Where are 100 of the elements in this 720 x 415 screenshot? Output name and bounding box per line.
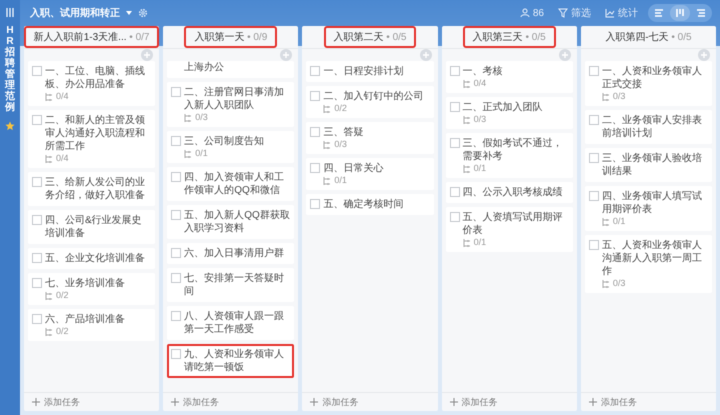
add-icon[interactable] xyxy=(698,49,710,61)
subtask-icon xyxy=(323,140,332,148)
checkbox[interactable] xyxy=(171,349,182,359)
task-card[interactable]: 五、确定考核时间 xyxy=(306,194,434,215)
column-title: 入职第三天 • 0/5 xyxy=(462,26,556,48)
checkbox[interactable] xyxy=(588,153,599,163)
checkbox[interactable] xyxy=(32,177,42,187)
task-card[interactable]: 三、假如考试不通过，需要补考 0/1 xyxy=(446,133,573,178)
checkbox[interactable] xyxy=(310,163,320,173)
checkbox[interactable] xyxy=(588,66,599,76)
checkbox[interactable] xyxy=(171,311,182,321)
task-card[interactable]: 七、安排第一天答疑时间 xyxy=(167,268,294,302)
caret-icon[interactable] xyxy=(126,11,132,15)
checkbox[interactable] xyxy=(450,187,460,197)
checkbox[interactable] xyxy=(171,87,182,97)
checkbox[interactable] xyxy=(171,136,182,146)
checkbox[interactable] xyxy=(310,66,320,76)
task-title: 四、加入资领审人和工作领审人的QQ和微信 xyxy=(184,171,286,197)
checkbox[interactable] xyxy=(171,210,182,220)
task-card[interactable]: 四、公司&行业发展史培训准备 xyxy=(28,210,156,244)
add-icon[interactable] xyxy=(280,49,292,61)
subtask-icon xyxy=(462,116,471,124)
task-card[interactable]: 四、日常关心 0/1 xyxy=(306,158,434,190)
task-card[interactable]: 五、人资填写试用期评价表 0/1 xyxy=(446,207,573,252)
checkbox[interactable] xyxy=(32,278,42,288)
checkbox[interactable] xyxy=(450,102,460,112)
add-task-button[interactable]: 添加任务 xyxy=(310,396,358,408)
task-card[interactable]: 四、公示入职考核成绩 xyxy=(446,182,573,203)
task-card[interactable]: 六、产品培训准备 0/2 xyxy=(28,309,156,341)
checkbox[interactable] xyxy=(588,240,599,250)
task-card[interactable]: 三、公司制度告知 0/1 xyxy=(167,131,294,163)
checkbox[interactable] xyxy=(32,66,42,76)
view-toggle[interactable] xyxy=(670,5,690,21)
add-icon[interactable] xyxy=(558,49,571,61)
checkbox[interactable] xyxy=(310,91,320,101)
task-card[interactable]: 三、给新人发公司的业务介绍，做好入职准备 xyxy=(28,172,156,206)
add-task-button[interactable]: 添加任务 xyxy=(588,396,637,408)
subtask-count: 0/2 xyxy=(334,103,347,114)
task-card[interactable]: 一、人资和业务领审人正式交接 0/3 xyxy=(584,61,712,106)
subtask-count: 0/1 xyxy=(474,237,486,248)
add-task-button[interactable]: 添加任务 xyxy=(171,396,220,408)
task-title: 三、给新人发公司的业务介绍，做好入职准备 xyxy=(45,176,146,202)
checkbox[interactable] xyxy=(310,199,320,209)
checkbox[interactable] xyxy=(171,273,182,283)
task-card[interactable]: 上海办公 xyxy=(167,61,294,78)
add-icon[interactable] xyxy=(141,49,154,61)
subtask-count: 0/1 xyxy=(195,148,208,159)
task-card[interactable]: 三、业务领审人验收培训结果 xyxy=(584,148,712,182)
task-card[interactable]: 一、考核 0/4 xyxy=(446,61,573,93)
task-title: 三、业务领审人验收培训结果 xyxy=(602,152,703,178)
task-card[interactable]: 五、人资和业务领审人沟通新人入职第一周工作 0/3 xyxy=(584,235,712,293)
add-task-button[interactable]: 添加任务 xyxy=(32,396,80,408)
checkbox[interactable] xyxy=(171,248,182,258)
checkbox[interactable] xyxy=(450,138,460,148)
star-icon[interactable] xyxy=(5,121,15,131)
checkbox[interactable] xyxy=(32,253,42,263)
task-card[interactable]: 九、人资和业务领审人请吃第一顿饭 xyxy=(167,344,294,378)
chart-icon xyxy=(605,8,615,18)
checkbox[interactable] xyxy=(450,66,460,76)
task-card[interactable]: 四、业务领审人填写试用期评价表 0/1 xyxy=(584,186,712,231)
task-title: 一、人资和业务领审人正式交接 xyxy=(602,65,703,91)
task-card[interactable]: 二、加入钉钉中的公司 0/2 xyxy=(306,86,434,118)
task-card[interactable]: 一、工位、电脑、插线板、办公用品准备 0/4 xyxy=(28,61,156,106)
task-card[interactable]: 二、业务领审人安排表前培训计划 xyxy=(584,110,712,144)
task-title: 三、答疑 xyxy=(323,126,364,139)
checkbox[interactable] xyxy=(32,215,42,225)
task-card[interactable]: 五、企业文化培训准备 xyxy=(28,248,156,269)
checkbox[interactable] xyxy=(588,115,599,125)
checkbox[interactable] xyxy=(32,314,42,324)
menu-icon[interactable] xyxy=(5,8,15,17)
checkbox[interactable] xyxy=(588,191,599,201)
subtask-icon xyxy=(323,176,332,184)
task-card[interactable]: 七、业务培训准备 0/2 xyxy=(28,273,156,305)
checkbox[interactable] xyxy=(171,172,182,182)
task-title: 三、假如考试不通过，需要补考 xyxy=(462,137,564,163)
task-title: 三、公司制度告知 xyxy=(184,135,266,148)
checkbox[interactable] xyxy=(310,127,320,137)
task-title: 一、考核 xyxy=(462,65,504,78)
checkbox[interactable] xyxy=(450,212,460,222)
task-card[interactable]: 三、答疑 0/3 xyxy=(306,122,434,154)
plus-icon xyxy=(171,398,180,406)
task-title: 七、业务培训准备 xyxy=(45,277,126,290)
task-card[interactable]: 六、加入日事清用户群 xyxy=(167,243,294,264)
subtask-count: 0/3 xyxy=(474,114,486,125)
add-task-button[interactable]: 添加任务 xyxy=(450,396,498,408)
subtask-icon xyxy=(462,238,471,246)
task-card[interactable]: 二、正式加入团队 0/3 xyxy=(446,97,573,129)
plus-icon xyxy=(32,398,40,406)
task-card[interactable]: 四、加入资领审人和工作领审人的QQ和微信 xyxy=(167,167,294,201)
task-title: 二、加入钉钉中的公司 xyxy=(323,90,424,103)
task-card[interactable]: 二、注册官网日事清加入新人入职团队 0/3 xyxy=(167,82,294,127)
task-card[interactable]: 一、日程安排计划 xyxy=(306,61,434,82)
settings-icon[interactable] xyxy=(138,8,148,18)
add-icon[interactable] xyxy=(420,49,432,61)
task-card[interactable]: 八、人资领审人跟一跟第一天工作感受 xyxy=(167,306,294,340)
checkbox[interactable] xyxy=(32,115,42,125)
task-card[interactable]: 五、加入新人QQ群获取入职学习资料 xyxy=(167,205,294,239)
task-title: 五、确定考核时间 xyxy=(323,198,404,211)
task-card[interactable]: 二、和新人的主管及领审人沟通好入职流程和所需工作 0/4 xyxy=(28,110,156,168)
menu-view-icon xyxy=(696,8,706,18)
